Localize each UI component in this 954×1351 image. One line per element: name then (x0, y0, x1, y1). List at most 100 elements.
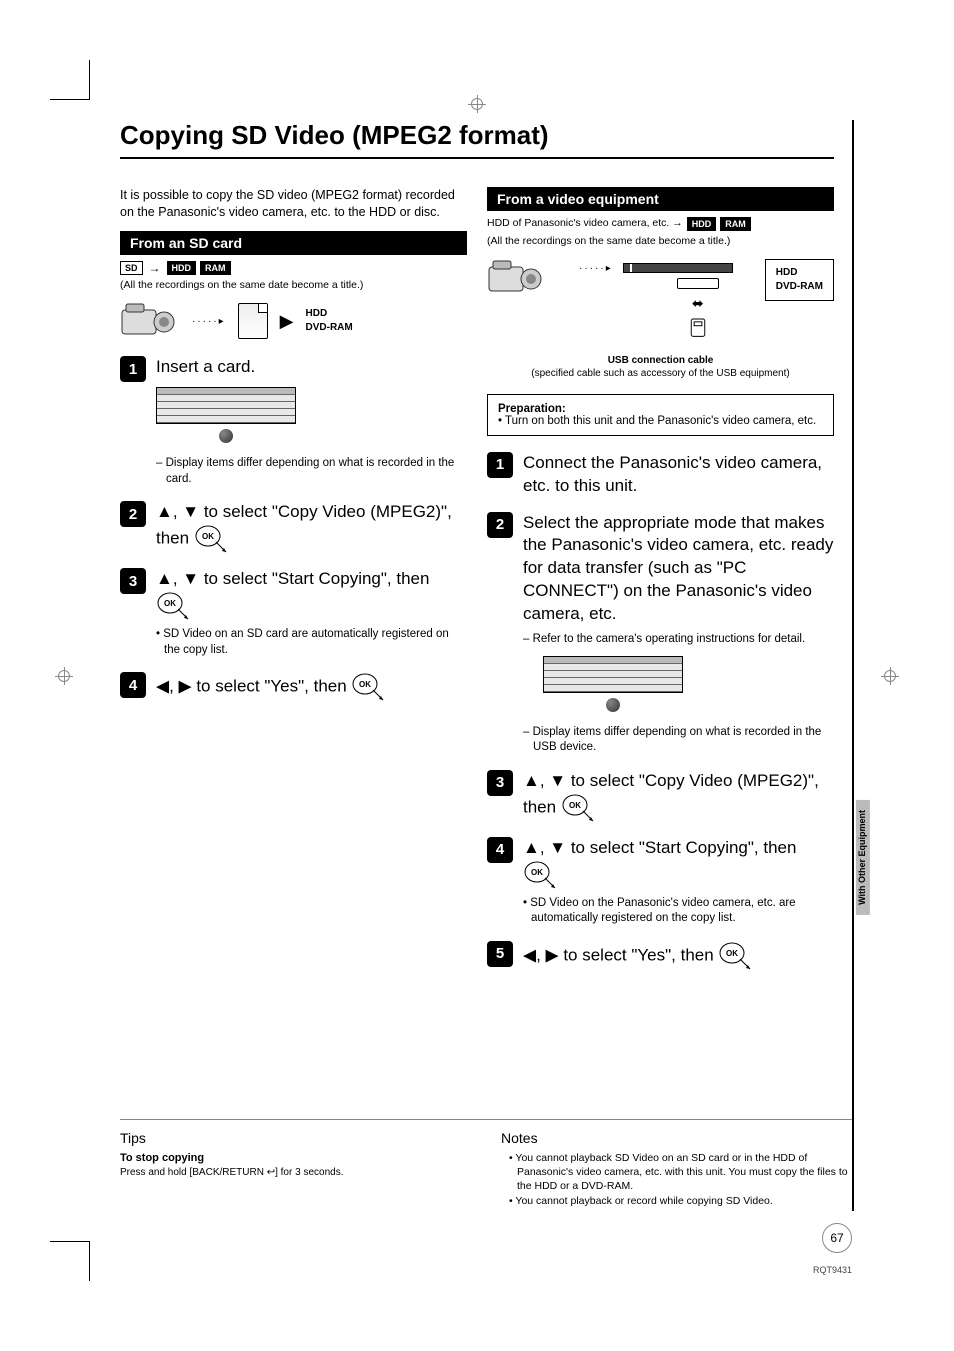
menu-screen-icon (156, 387, 296, 450)
label-ram: DVD-RAM (306, 321, 353, 335)
step-3: 3 ▲, ▼ to select "Start Copying", then O… (120, 568, 467, 658)
step-5: 5 ◀, ▶ to select "Yes", then OK (487, 941, 834, 971)
doc-code: RQT9431 (813, 1265, 852, 1275)
notes-item: • You cannot playback SD Video on an SD … (509, 1152, 852, 1193)
step-number: 1 (120, 356, 146, 382)
ok-button-icon: OK (351, 672, 387, 702)
camera-icon (120, 302, 180, 340)
preparation-box: Preparation: • Turn on both this unit an… (487, 394, 834, 436)
usb-cable-icon: ·····▸ ⬌ (579, 263, 733, 338)
tips-heading: Tips (120, 1130, 471, 1146)
step-text: ▲, ▼ to select "Start Copying", then (523, 838, 796, 857)
disc-labels: HDD DVD-RAM (306, 307, 353, 335)
badge-row: HDD of Panasonic's video camera, etc. → … (487, 217, 834, 231)
step-note: – Display items differ depending on what… (156, 456, 467, 487)
usb-note: (specified cable such as accessory of th… (487, 367, 834, 380)
step-text: Connect the Panasonic's video camera, et… (523, 453, 822, 495)
notes-heading: Notes (501, 1130, 852, 1146)
step-1: 1 Insert a card. – Display items differ … (120, 356, 467, 487)
step-number: 1 (487, 452, 513, 478)
section-from-video: From a video equipment (487, 187, 834, 211)
badge-line: HDD of Panasonic's video camera, etc. → (487, 217, 683, 231)
step-note: • SD Video on the Panasonic's video came… (523, 896, 834, 927)
disc-tray-icon (689, 318, 707, 337)
step-text: ◀, ▶ to select "Yes", then (523, 945, 718, 964)
notes-column: Notes • You cannot playback SD Video on … (501, 1130, 852, 1211)
step-note: – Refer to the camera's operating instru… (523, 632, 834, 648)
svg-text:OK: OK (726, 949, 738, 958)
step-1: 1 Connect the Panasonic's video camera, … (487, 452, 834, 498)
label-hdd: HDD (306, 307, 353, 321)
step-number: 5 (487, 941, 513, 967)
step-text: Insert a card. (156, 357, 255, 376)
page-content: Copying SD Video (MPEG2 format) It is po… (120, 120, 854, 1211)
registration-mark (881, 667, 899, 685)
arrow-icon: ▶ (280, 311, 294, 332)
usb-icon: ⬌ (692, 295, 704, 312)
notes-item: • You cannot playback or record while co… (509, 1195, 852, 1209)
badge-hdd: HDD (687, 217, 717, 231)
left-column: It is possible to copy the SD video (MPE… (120, 187, 467, 985)
page-number: 67 (822, 1223, 852, 1253)
step-number: 3 (120, 568, 146, 594)
label-ram: DVD-RAM (776, 280, 823, 294)
svg-text:OK: OK (359, 680, 371, 689)
step-3: 3 ▲, ▼ to select "Copy Video (MPEG2)", t… (487, 770, 834, 823)
tips-text: Press and hold [BACK/RETURN ↩] for 3 sec… (120, 1166, 471, 1179)
label-hdd: HDD (776, 266, 823, 280)
step-2: 2 Select the appropriate mode that makes… (487, 512, 834, 756)
step-text: ◀, ▶ to select "Yes", then (156, 677, 351, 696)
disc-labels: HDD DVD-RAM (765, 259, 834, 301)
svg-text:OK: OK (531, 868, 543, 877)
usb-title: USB connection cable (487, 354, 834, 367)
badge-hdd: HDD (167, 261, 197, 275)
ok-button-icon: OK (523, 860, 559, 890)
notes-text: You cannot playback SD Video on an SD ca… (515, 1152, 847, 1191)
camera-icon (487, 259, 547, 297)
notes-text: You cannot playback or record while copy… (515, 1195, 772, 1207)
step-number: 2 (487, 512, 513, 538)
usb-caption: USB connection cable (specified cable su… (487, 354, 834, 380)
right-column: From a video equipment HDD of Panasonic'… (487, 187, 834, 985)
step-4: 4 ◀, ▶ to select "Yes", then OK (120, 672, 467, 702)
sd-card-icon (238, 303, 268, 339)
arrow-icon: → (149, 261, 161, 275)
sd-diagram: ·····▸ ▶ HDD DVD-RAM (120, 302, 467, 340)
step-number: 3 (487, 770, 513, 796)
step-number: 4 (487, 837, 513, 863)
badge-note: (All the recordings on the same date bec… (120, 279, 467, 293)
page-title: Copying SD Video (MPEG2 format) (120, 120, 834, 159)
ok-button-icon: OK (156, 591, 192, 621)
ok-button-icon: OK (561, 793, 597, 823)
menu-screen-icon (543, 656, 683, 719)
ok-button-icon: OK (194, 524, 230, 554)
footer: Tips To stop copying Press and hold [BAC… (120, 1119, 852, 1211)
side-tab: With Other Equipment (856, 800, 870, 915)
tips-subheading: To stop copying (120, 1152, 471, 1164)
unit-icon: ⬌ (663, 278, 733, 338)
prep-text: Turn on both this unit and the Panasonic… (505, 415, 816, 427)
step-text: Select the appropriate mode that makes t… (523, 513, 833, 624)
step-number: 4 (120, 672, 146, 698)
step-text: ▲, ▼ to select "Start Copying", then (156, 569, 429, 588)
badge-sd: SD (120, 261, 143, 275)
badge-ram: RAM (200, 261, 231, 275)
intro-text: It is possible to copy the SD video (MPE… (120, 187, 467, 221)
tips-column: Tips To stop copying Press and hold [BAC… (120, 1130, 471, 1211)
registration-mark (55, 667, 73, 685)
section-from-sd: From an SD card (120, 231, 467, 255)
step-note: – Display items differ depending on what… (523, 725, 834, 756)
badge-row: SD → HDD RAM (120, 261, 467, 275)
crop-mark (50, 1241, 90, 1281)
badge-note: (All the recordings on the same date bec… (487, 235, 834, 249)
usb-diagram: ·····▸ ⬌ HDD DVD-RAM (487, 259, 834, 344)
prep-title: Preparation: (498, 403, 566, 415)
ok-button-icon: OK (718, 941, 754, 971)
step-number: 2 (120, 501, 146, 527)
step-2: 2 ▲, ▼ to select "Copy Video (MPEG2)", t… (120, 501, 467, 554)
prep-item: • Turn on both this unit and the Panason… (498, 415, 823, 427)
svg-text:OK: OK (202, 532, 214, 541)
svg-text:OK: OK (164, 599, 176, 608)
badge-ram: RAM (720, 217, 751, 231)
step-4: 4 ▲, ▼ to select "Start Copying", then O… (487, 837, 834, 927)
